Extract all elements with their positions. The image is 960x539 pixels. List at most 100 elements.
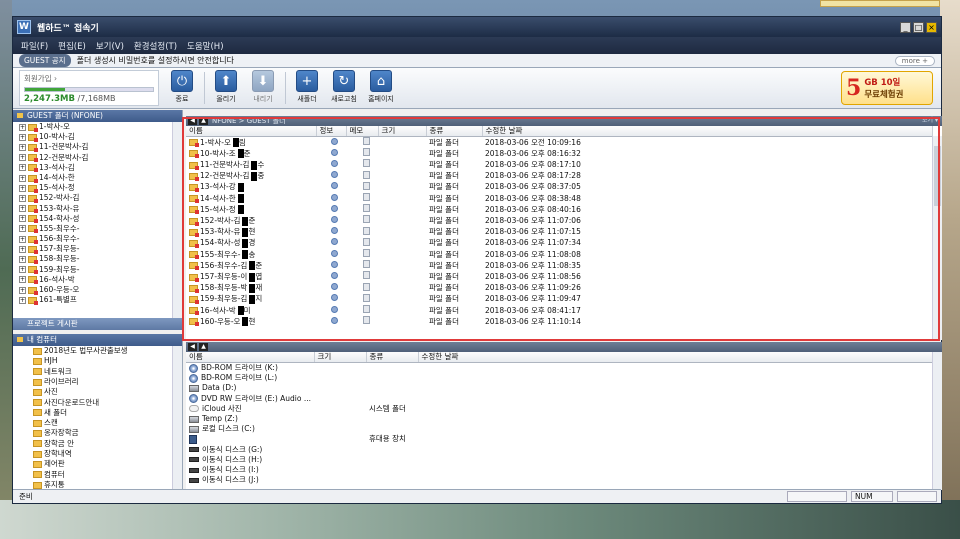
guest-folder-item[interactable]: +16-석사-박: [13, 275, 182, 285]
table-row[interactable]: 156-최우수-김 준 파일 폴더 2018-03-06 오후 11:08:35: [186, 260, 932, 271]
my-computer-item[interactable]: 스캔: [13, 418, 182, 428]
info-icon[interactable]: [331, 283, 338, 291]
my-computer-item[interactable]: 라이브러리: [13, 377, 182, 387]
memo-icon[interactable]: [363, 137, 370, 145]
info-icon[interactable]: [331, 316, 338, 324]
table-row[interactable]: DVD RW 드라이브 (E:) Audio ...: [186, 394, 932, 404]
memo-icon[interactable]: [363, 237, 370, 246]
memo-icon[interactable]: [363, 316, 370, 325]
memo-icon[interactable]: [363, 215, 370, 224]
table-row[interactable]: 이동식 디스크 (H:): [186, 455, 932, 465]
info-icon[interactable]: [331, 260, 338, 268]
column-header[interactable]: 수정한 날짜: [418, 352, 933, 363]
expand-icon[interactable]: +: [19, 245, 26, 253]
guest-folder-item[interactable]: +160-우등-오: [13, 285, 182, 295]
new-folder-button[interactable]: + 새폴더: [292, 70, 322, 106]
minimize-icon[interactable]: _: [900, 21, 911, 33]
column-header[interactable]: 크기: [314, 352, 367, 363]
table-row[interactable]: 11-건문박사-김 수 파일 폴더 2018-03-06 오후 08:17:10: [186, 159, 932, 170]
column-header[interactable]: 크기: [378, 126, 427, 137]
back-icon[interactable]: ◀: [188, 117, 197, 125]
menu-item-1[interactable]: 편집(E): [58, 40, 86, 52]
my-computer-item[interactable]: 사진: [13, 387, 182, 397]
expand-icon[interactable]: +: [19, 174, 26, 182]
table-row[interactable]: 14-석사-한 파일 폴더 2018-03-06 오후 08:38:48: [186, 193, 932, 204]
table-row[interactable]: 15-석사-정 파일 폴더 2018-03-06 오후 08:40:16: [186, 204, 932, 215]
maximize-icon[interactable]: □: [913, 21, 924, 33]
expand-icon[interactable]: +: [19, 215, 26, 223]
info-icon[interactable]: [331, 137, 338, 145]
memo-icon[interactable]: [363, 271, 370, 280]
my-computer-item[interactable]: 장학내역: [13, 449, 182, 459]
column-header[interactable]: 정보: [316, 126, 347, 137]
info-icon[interactable]: [331, 249, 338, 257]
table-row[interactable]: Temp (Z:): [186, 414, 932, 424]
expand-icon[interactable]: +: [19, 286, 26, 294]
memo-icon[interactable]: [363, 260, 370, 269]
local-back-icon[interactable]: ◀: [188, 343, 197, 351]
menu-item-4[interactable]: 도움말(H): [187, 40, 223, 52]
guest-folder-item[interactable]: +152-박사-김: [13, 193, 182, 203]
guest-folder-item[interactable]: +155-최우수-: [13, 224, 182, 234]
memo-icon[interactable]: [363, 148, 370, 157]
table-row[interactable]: 157-최우등-이 엽 파일 폴더 2018-03-06 오후 11:08:56: [186, 271, 932, 282]
table-row[interactable]: 이동식 디스크 (J:): [186, 475, 932, 485]
view-option[interactable]: 보기 ▾: [922, 116, 938, 126]
expand-icon[interactable]: +: [19, 235, 26, 243]
download-button[interactable]: ⬇ 내리기: [248, 70, 278, 106]
memo-icon[interactable]: [363, 226, 370, 235]
more-button[interactable]: more +: [894, 55, 935, 66]
expand-icon[interactable]: +: [19, 184, 26, 192]
table-row[interactable]: 158-최우등-박 재 파일 폴더 2018-03-06 오후 11:09:26: [186, 282, 932, 294]
menu-item-2[interactable]: 보기(V): [96, 40, 124, 52]
upload-button[interactable]: ⬆ 올리기: [211, 70, 241, 106]
table-row[interactable]: 1-박사-오 림 파일 폴더 2018-03-06 오전 10:09:16: [186, 137, 932, 149]
my-computer-item[interactable]: 2018년도 법무사관출보생: [13, 346, 182, 356]
memo-icon[interactable]: [363, 282, 370, 291]
column-header[interactable]: 종류: [366, 352, 419, 363]
guest-folder-item[interactable]: +13-석사-김: [13, 163, 182, 173]
table-row[interactable]: 152-박사-김 준 파일 폴더 2018-03-06 오후 11:07:06: [186, 215, 932, 226]
expand-icon[interactable]: +: [19, 296, 26, 304]
my-computer-item[interactable]: 옹자장학금: [13, 428, 182, 438]
table-row[interactable]: Data (D:): [186, 383, 932, 393]
expand-icon[interactable]: +: [19, 225, 26, 233]
table-row[interactable]: 155-최우수- 송 파일 폴더 2018-03-06 오후 11:08:08: [186, 249, 932, 260]
my-computer-item[interactable]: HJH: [13, 356, 182, 366]
expand-icon[interactable]: +: [19, 164, 26, 172]
guest-folder-item[interactable]: +1-박사-오: [13, 122, 182, 132]
my-computer-item[interactable]: 장학금 안: [13, 439, 182, 449]
expand-icon[interactable]: +: [19, 154, 26, 162]
my-computer-item[interactable]: 컴퓨터: [13, 470, 182, 480]
info-icon[interactable]: [331, 238, 338, 246]
column-header[interactable]: 이름: [186, 126, 317, 137]
table-row[interactable]: 10-박사-조 준 파일 폴더 2018-03-06 오후 08:16:32: [186, 148, 932, 159]
table-row[interactable]: 160-우등-오 현 파일 폴더 2018-03-06 오후 11:10:14: [186, 316, 932, 327]
table-row[interactable]: 13-석사-강 파일 폴더 2018-03-06 오후 08:37:05: [186, 181, 932, 193]
guest-folder-item[interactable]: +158-최우등-: [13, 254, 182, 265]
guest-folder-item[interactable]: +12-건문박사-김: [13, 153, 182, 163]
title-bar[interactable]: W 웹하드™ 접속기 _ □ ×: [13, 17, 941, 37]
power-button[interactable]: ⏻ 종료: [167, 70, 197, 106]
guest-folder-item[interactable]: +15-석사-정: [13, 183, 182, 193]
column-header[interactable]: 수정한 날짜: [482, 126, 933, 137]
expand-icon[interactable]: +: [19, 205, 26, 213]
guest-folder-item[interactable]: +153-학사-유: [13, 204, 182, 214]
memo-icon[interactable]: [363, 159, 370, 168]
expand-icon[interactable]: +: [19, 143, 26, 151]
expand-icon[interactable]: +: [19, 256, 26, 264]
memo-icon[interactable]: [363, 249, 370, 258]
table-row[interactable]: 159-최우등-김 지 파일 폴더 2018-03-06 오후 11:09:47: [186, 293, 932, 305]
memo-icon[interactable]: [363, 204, 370, 213]
close-icon[interactable]: ×: [926, 21, 937, 33]
info-icon[interactable]: [331, 227, 338, 235]
refresh-button[interactable]: ↻ 새로고침: [329, 70, 359, 106]
my-computer-item[interactable]: 새 폴더: [13, 408, 182, 418]
memo-icon[interactable]: [363, 305, 370, 314]
scroll-thumb[interactable]: [934, 146, 941, 206]
memo-icon[interactable]: [363, 293, 370, 302]
guest-folder-item[interactable]: +159-최우등-: [13, 265, 182, 275]
home-button[interactable]: ⌂ 홈페이지: [366, 70, 396, 106]
column-header[interactable]: 메모: [346, 126, 379, 137]
table-row[interactable]: 153-학사-유 현 파일 폴더 2018-03-06 오후 11:07:15: [186, 226, 932, 238]
